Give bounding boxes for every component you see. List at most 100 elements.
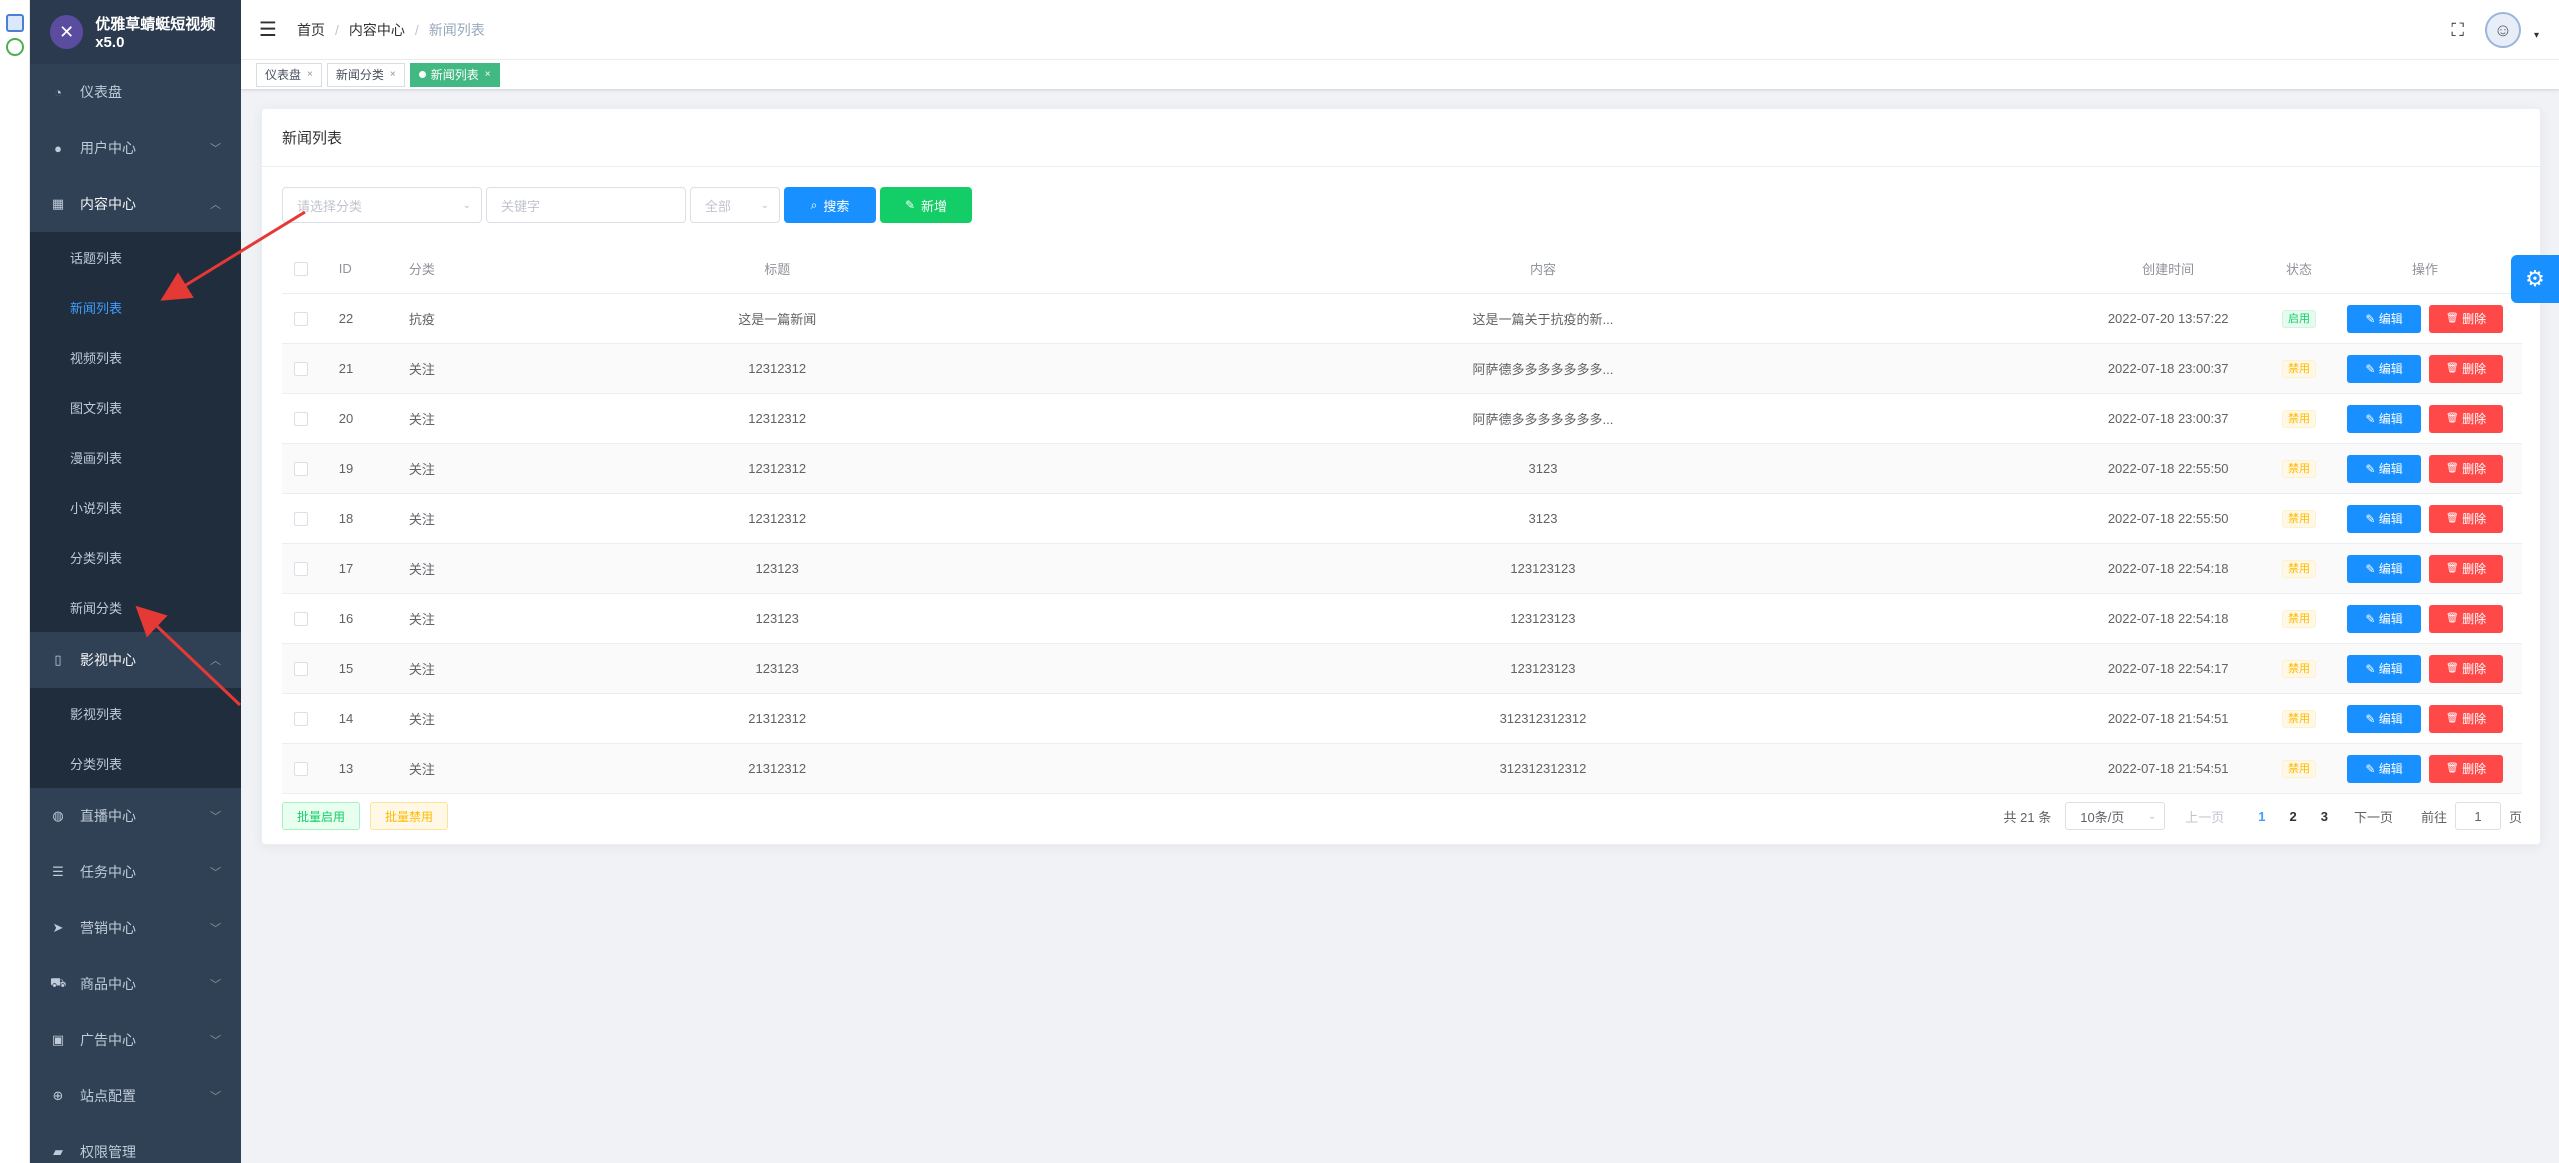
breadcrumb-content-center[interactable]: 内容中心 xyxy=(349,20,405,40)
page-size-select[interactable]: 10条/页 ⌄ xyxy=(2065,802,2166,830)
row-checkbox[interactable] xyxy=(294,711,309,726)
chevron-down-icon: ﹀ xyxy=(210,1035,221,1047)
avatar[interactable]: ☺ xyxy=(2485,12,2521,48)
sidebar-item-6[interactable]: ➤ 营销中心 ﹀ xyxy=(30,900,241,956)
chevron-down-icon: ﹀ xyxy=(210,979,221,991)
delete-button[interactable]: 🗑 删除 xyxy=(2429,704,2504,733)
tag-news-list[interactable]: 新闻列表 × xyxy=(409,62,500,87)
add-button[interactable]: ✎ 新增 xyxy=(880,187,972,223)
sidebar-item-0[interactable]: ◔ 仪表盘 xyxy=(30,64,241,120)
edit-label: 编辑 xyxy=(2378,412,2403,426)
edit-button[interactable]: ✎ 编辑 xyxy=(2347,604,2422,633)
keyword-input[interactable]: 关键字 xyxy=(486,187,686,223)
sidebar-subitem[interactable]: 分类列表 xyxy=(30,738,241,788)
sidebar-subitem[interactable]: 小说列表 xyxy=(30,482,241,532)
next-page-button[interactable]: 下一页 xyxy=(2354,807,2393,826)
tag-news-category[interactable]: 新闻分类 × xyxy=(326,62,405,87)
sidebar-item-10[interactable]: ▰ 权限管理 xyxy=(30,1124,241,1163)
edit-button[interactable]: ✎ 编辑 xyxy=(2347,304,2422,333)
status-select[interactable]: 全部 ⌄ xyxy=(690,187,780,223)
sidebar-item-9[interactable]: ⊕ 站点配置 ﹀ xyxy=(30,1068,241,1124)
edit-button[interactable]: ✎ 编辑 xyxy=(2347,754,2422,783)
cell-id: 18 xyxy=(338,511,354,526)
cell-content: 3123 xyxy=(1528,511,1558,526)
sidebar-subitem[interactable]: 新闻分类 xyxy=(30,582,241,632)
sidebar-subitem[interactable]: 漫画列表 xyxy=(30,432,241,482)
row-checkbox[interactable] xyxy=(294,611,309,626)
select-all-checkbox[interactable] xyxy=(294,261,309,276)
hamburger-icon[interactable]: ☰ xyxy=(259,17,277,42)
sidebar-subitem[interactable]: 新闻列表 xyxy=(30,282,241,332)
page-icon[interactable] xyxy=(5,14,24,32)
breadcrumb-home[interactable]: 首页 xyxy=(297,20,325,40)
delete-button[interactable]: 🗑 删除 xyxy=(2429,304,2504,333)
bulk-enable-button[interactable]: 批量启用 xyxy=(282,802,361,830)
edit-button[interactable]: ✎ 编辑 xyxy=(2347,454,2422,483)
page-number[interactable]: 1 xyxy=(2258,809,2265,824)
sidebar-subitem[interactable]: 话题列表 xyxy=(30,232,241,282)
row-checkbox[interactable] xyxy=(294,511,309,526)
delete-button[interactable]: 🗑 删除 xyxy=(2429,404,2504,433)
row-checkbox[interactable] xyxy=(294,661,309,676)
sidebar-item-4[interactable]: ◍ 直播中心 ﹀ xyxy=(30,788,241,844)
sidebar-item-1[interactable]: ● 用户中心 ﹀ xyxy=(30,120,241,176)
close-icon[interactable]: × xyxy=(485,64,491,86)
row-checkbox[interactable] xyxy=(294,561,309,576)
sidebar-item-7[interactable]: ⛟ 商品中心 ﹀ xyxy=(30,956,241,1012)
caret-down-icon[interactable]: ▾ xyxy=(2534,30,2539,41)
row-checkbox[interactable] xyxy=(294,361,309,376)
delete-button[interactable]: 🗑 删除 xyxy=(2429,354,2504,383)
sidebar-subitem[interactable]: 图文列表 xyxy=(30,382,241,432)
tag-dashboard[interactable]: 仪表盘 × xyxy=(256,62,322,87)
delete-button[interactable]: 🗑 删除 xyxy=(2429,654,2504,683)
delete-label: 删除 xyxy=(2462,612,2487,626)
sidebar-item-2[interactable]: ▦ 内容中心 ︿ xyxy=(30,176,241,232)
status-badge: 禁用 xyxy=(2282,359,2317,378)
sidebar-item-3[interactable]: ▯ 影视中心 ︿ xyxy=(30,632,241,688)
close-icon[interactable]: × xyxy=(307,64,313,86)
edit-button[interactable]: ✎ 编辑 xyxy=(2347,704,2422,733)
search-button[interactable]: ⌕ 搜索 xyxy=(784,187,876,223)
clock-icon[interactable] xyxy=(5,38,24,56)
delete-button[interactable]: 🗑 删除 xyxy=(2429,554,2504,583)
cell-created: 2022-07-18 22:54:17 xyxy=(2107,661,2229,676)
logo[interactable]: ✕ 优雅草蜻蜓短视频x5.0 xyxy=(30,0,241,64)
delete-button[interactable]: 🗑 删除 xyxy=(2429,754,2504,783)
edit-button[interactable]: ✎ 编辑 xyxy=(2347,404,2422,433)
fullscreen-icon[interactable]: ⛶ xyxy=(2451,20,2464,41)
cell-title: 这是一篇新闻 xyxy=(738,312,817,327)
edit-label: 编辑 xyxy=(2378,562,2403,576)
prev-page-button[interactable]: 上一页 xyxy=(2185,807,2224,826)
edit-button[interactable]: ✎ 编辑 xyxy=(2347,554,2422,583)
active-dot-icon xyxy=(418,71,426,78)
sidebar-item-label: 影视中心 xyxy=(80,652,136,668)
cell-content: 这是一篇关于抗疫的新... xyxy=(1472,312,1614,327)
page-number[interactable]: 2 xyxy=(2289,809,2296,824)
delete-label: 删除 xyxy=(2462,362,2487,376)
tag-label: 新闻列表 xyxy=(430,67,479,82)
category-select[interactable]: 请选择分类 ⌄ xyxy=(282,187,482,223)
edit-icon: ✎ xyxy=(2365,711,2376,726)
delete-button[interactable]: 🗑 删除 xyxy=(2429,454,2504,483)
delete-button[interactable]: 🗑 删除 xyxy=(2429,504,2504,533)
row-checkbox[interactable] xyxy=(294,461,309,476)
sidebar-item-8[interactable]: ▣ 广告中心 ﹀ xyxy=(30,1012,241,1068)
sidebar-subitem[interactable]: 分类列表 xyxy=(30,532,241,582)
row-checkbox[interactable] xyxy=(294,761,309,776)
sidebar-item-label: 广告中心 xyxy=(80,1032,136,1048)
sidebar-subitem[interactable]: 影视列表 xyxy=(30,688,241,738)
close-icon[interactable]: × xyxy=(390,64,396,86)
row-checkbox[interactable] xyxy=(294,311,309,326)
sidebar-subitem[interactable]: 视频列表 xyxy=(30,332,241,382)
settings-button[interactable]: ⚙ xyxy=(2511,255,2559,303)
status-badge: 禁用 xyxy=(2282,559,2317,578)
row-checkbox[interactable] xyxy=(294,411,309,426)
goto-page-input[interactable] xyxy=(2454,802,2501,830)
edit-button[interactable]: ✎ 编辑 xyxy=(2347,504,2422,533)
page-number[interactable]: 3 xyxy=(2321,809,2328,824)
edit-button[interactable]: ✎ 编辑 xyxy=(2347,354,2422,383)
edit-button[interactable]: ✎ 编辑 xyxy=(2347,654,2422,683)
delete-button[interactable]: 🗑 删除 xyxy=(2429,604,2504,633)
bulk-disable-button[interactable]: 批量禁用 xyxy=(370,802,449,830)
sidebar-item-5[interactable]: ☰ 任务中心 ﹀ xyxy=(30,844,241,900)
